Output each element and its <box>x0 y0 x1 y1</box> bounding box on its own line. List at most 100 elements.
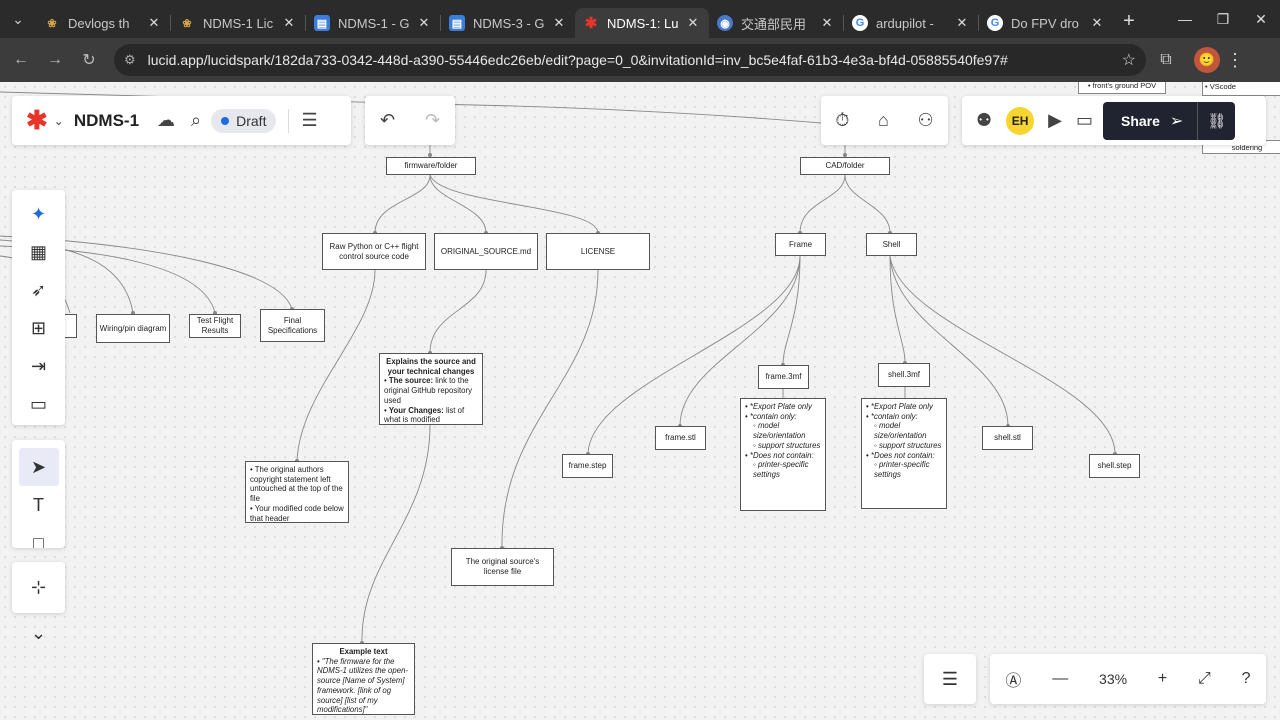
zoom-in-icon[interactable]: + <box>1158 670 1167 688</box>
example-text-note[interactable]: Example text "The firmware for the NDMS-… <box>312 643 415 715</box>
undo-icon[interactable]: ↶ <box>380 110 395 131</box>
frame-step-node[interactable]: frame.step <box>562 454 613 478</box>
authors-note[interactable]: The original authors copyright statement… <box>245 461 349 523</box>
shell-node[interactable]: Shell <box>866 233 917 256</box>
minimize-icon[interactable]: — <box>1166 11 1204 28</box>
user-avatar[interactable]: EH <box>1006 106 1035 135</box>
shell-stl-node[interactable]: shell.stl <box>982 426 1033 450</box>
accessibility-icon[interactable]: Ⓐ <box>1005 667 1021 691</box>
google-icon: G <box>987 15 1003 31</box>
chevron-down-icon[interactable]: ⌄ <box>12 614 65 652</box>
site-info-icon[interactable]: ⚙ <box>124 52 136 68</box>
menu-hamburger-icon[interactable]: ☰ <box>301 110 317 131</box>
final-specs-node[interactable]: Final Specifications <box>260 309 325 342</box>
collaborators-icon[interactable]: ⚉ <box>976 110 992 131</box>
rocket-icon[interactable]: ➶ <box>12 271 65 309</box>
extensions-icon[interactable]: ⧉ <box>1146 51 1186 69</box>
close-icon[interactable]: ✕ <box>819 15 835 31</box>
close-icon[interactable]: ✕ <box>685 15 701 31</box>
insert-frame-icon[interactable]: ⊞ <box>12 309 65 347</box>
license-node[interactable]: LICENSE <box>546 233 650 270</box>
tab-favicon-icon: ❀ <box>47 17 57 30</box>
shell-3mf-node[interactable]: shell.3mf <box>878 363 930 387</box>
browser-tab[interactable]: Gardupilot - ✕ <box>844 8 978 38</box>
fit-screen-icon[interactable]: ⤢ <box>1198 670 1211 688</box>
shape-tool-icon[interactable]: □ <box>12 524 65 549</box>
close-icon[interactable]: ✕ <box>1089 15 1105 31</box>
close-icon[interactable]: ✕ <box>281 15 297 31</box>
note-fragment[interactable]: • front's ground POV <box>1078 82 1166 94</box>
close-icon[interactable]: ✕ <box>146 15 162 31</box>
close-icon[interactable]: ✕ <box>416 15 432 31</box>
collaboration-panel: ⚉ EH ▶ ▭ Share ➢ ⛓ <box>962 96 1266 145</box>
search-icon[interactable]: ⌕ <box>191 110 201 131</box>
frame-export-note[interactable]: *Export Plate only *contain only: model … <box>740 398 826 511</box>
cloud-icon[interactable]: ☁ <box>157 110 175 131</box>
url-text: lucid.app/lucidspark/182da733-0342-448d-… <box>147 52 1008 68</box>
text-tool-icon[interactable]: T <box>12 486 65 524</box>
google-icon: G <box>852 15 868 31</box>
explain-source-note[interactable]: Explains the source and your technical c… <box>379 353 483 425</box>
wiring-node[interactable]: Wiring/pin diagram <box>96 314 170 343</box>
frame-3mf-node[interactable]: frame.3mf <box>758 365 809 389</box>
close-window-icon[interactable]: ✕ <box>1242 11 1280 28</box>
shell-export-note[interactable]: *Export Plate only *contain only: model … <box>861 398 947 509</box>
diagram-canvas[interactable]: • front's ground POV • VScode soldering … <box>0 82 1280 720</box>
gift-icon[interactable]: ⌂ <box>878 110 889 131</box>
close-icon[interactable]: ✕ <box>551 15 567 31</box>
help-icon[interactable]: ? <box>1242 670 1251 688</box>
reload-icon[interactable]: ↻ <box>72 50 106 70</box>
tab-search-chevron-icon[interactable]: ⌄ <box>0 0 36 38</box>
profile-avatar[interactable]: 🙂 <box>1194 47 1220 73</box>
send-icon: ➢ <box>1169 112 1184 130</box>
browser-tab[interactable]: G Do FPV dro ✕ <box>979 8 1113 38</box>
add-shapes-icon[interactable]: ⊹ <box>12 569 65 607</box>
back-icon[interactable]: ← <box>4 51 38 69</box>
frame-stl-node[interactable]: frame.stl <box>655 426 706 450</box>
browser-tab[interactable]: ◉ 交通部民用 ✕ <box>709 8 843 38</box>
close-icon[interactable]: ✕ <box>954 15 970 31</box>
video-call-icon[interactable]: ▭ <box>1076 110 1093 131</box>
frame-node[interactable]: Frame <box>775 233 826 256</box>
status-badge[interactable]: Draft <box>211 108 277 133</box>
present-icon[interactable]: ▶ <box>1048 110 1062 131</box>
incognito-icon[interactable]: ⚇ <box>918 110 934 131</box>
note-fragment[interactable]: • VScode <box>1202 82 1280 96</box>
firmware-folder-node[interactable]: firmware/folder <box>386 157 476 175</box>
zoom-level[interactable]: 33% <box>1099 671 1127 687</box>
browser-tab[interactable]: ▤ NDMS-3 - G ✕ <box>441 8 575 38</box>
raw-code-node[interactable]: Raw Python or C++ flight control source … <box>322 233 426 270</box>
cad-folder-node[interactable]: CAD/folder <box>800 157 890 175</box>
browser-tab[interactable]: ▤ NDMS-1 - G ✕ <box>306 8 440 38</box>
browser-tab[interactable]: ❀ Devlogs th ✕ <box>36 8 170 38</box>
forward-icon[interactable]: → <box>38 51 72 69</box>
restore-icon[interactable]: ❐ <box>1204 11 1242 28</box>
docs-icon: ▤ <box>449 15 465 31</box>
address-bar[interactable]: ⚙ lucid.app/lucidspark/182da733-0342-448… <box>114 44 1146 76</box>
license-file-note[interactable]: The original source's license file <box>451 548 554 586</box>
redo-icon[interactable]: ↷ <box>425 110 440 131</box>
browser-tab[interactable]: ❀ NDMS-1 Lic ✕ <box>171 8 305 38</box>
timer-icon[interactable]: ⏱ <box>835 110 849 131</box>
select-pointer-icon[interactable]: ➤ <box>18 448 59 486</box>
share-button[interactable]: Share ➢ ⛓ <box>1103 101 1236 140</box>
import-icon[interactable]: ⇥ <box>12 347 65 385</box>
menu-kebab-icon[interactable]: ⋮ <box>1220 50 1250 71</box>
browser-tab-active[interactable]: ✱ NDMS-1: Lu ✕ <box>575 8 709 38</box>
lucid-logo-icon[interactable]: ✱ <box>26 105 48 136</box>
original-source-node[interactable]: ORIGINAL_SOURCE.md <box>434 233 538 270</box>
bookmark-star-icon[interactable]: ☆ <box>1122 50 1136 70</box>
test-flight-node[interactable]: Test Flight Results <box>189 314 241 338</box>
zoom-panel: Ⓐ — 33% + ⤢ ? <box>990 654 1266 704</box>
template-icon[interactable]: ▦ <box>12 233 65 271</box>
new-tab-button[interactable]: + <box>1113 10 1145 33</box>
zoom-out-icon[interactable]: — <box>1052 670 1068 688</box>
shell-step-node[interactable]: shell.step <box>1089 454 1140 478</box>
chevron-down-icon[interactable]: ⌄ <box>54 114 64 128</box>
comment-icon[interactable]: ▭ <box>12 385 65 423</box>
link-icon[interactable]: ⛓ <box>1197 101 1235 140</box>
status-dot <box>221 116 230 125</box>
outline-list-icon[interactable]: ☰ <box>924 654 976 704</box>
document-title[interactable]: NDMS-1 <box>74 111 139 131</box>
ai-sparkle-icon[interactable]: ✦ <box>12 195 65 233</box>
